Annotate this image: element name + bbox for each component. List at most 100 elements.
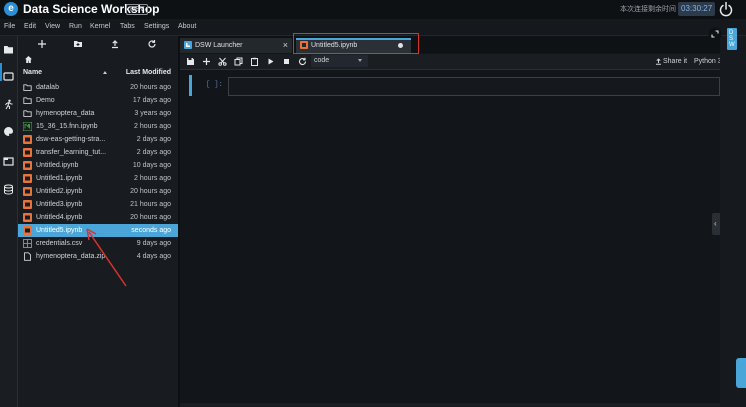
- file-name: Untitled4.ipynb: [36, 214, 83, 221]
- file-icon: [24, 252, 31, 261]
- menu-edit[interactable]: Edit: [24, 19, 36, 35]
- file-row[interactable]: Untitled3.ipynb 21 hours ago: [18, 198, 178, 211]
- file-modified: 20 hours ago: [130, 214, 171, 221]
- notebook-icon: [23, 174, 32, 183]
- menu-settings[interactable]: Settings: [144, 19, 169, 35]
- folder-icon: [23, 110, 32, 117]
- menu-file[interactable]: File: [4, 19, 15, 35]
- chevron-left-icon: ‹: [714, 219, 717, 228]
- file-row[interactable]: datalab 20 hours ago: [18, 81, 178, 94]
- menu-tabs[interactable]: Tabs: [120, 19, 135, 35]
- notebook-icon: [23, 200, 32, 209]
- file-modified: 10 days ago: [132, 162, 171, 169]
- file-modified: 20 hours ago: [130, 84, 171, 91]
- close-icon[interactable]: ×: [283, 38, 288, 53]
- file-row[interactable]: 15_36_15.fnn.ipynb 2 hours ago: [18, 120, 178, 133]
- env-badge: DEV: [126, 4, 149, 15]
- annotation-highlight-box: [293, 33, 419, 54]
- palette-icon[interactable]: [3, 126, 14, 137]
- folder-icon[interactable]: [3, 44, 14, 55]
- menu-about[interactable]: About: [178, 19, 196, 35]
- stop-icon[interactable]: [282, 57, 291, 66]
- run-icon[interactable]: [266, 57, 275, 66]
- file-name: credentials.csv: [36, 240, 83, 247]
- file-name: Untitled1.ipynb: [36, 175, 83, 182]
- file-name: Demo: [36, 97, 55, 104]
- file-modified: 21 hours ago: [130, 201, 171, 208]
- notebook-icon: [23, 161, 32, 170]
- file-name: 15_36_15.fnn.ipynb: [36, 123, 98, 130]
- refresh-icon[interactable]: [147, 39, 157, 49]
- paste-icon[interactable]: [250, 57, 259, 66]
- file-name: Untitled3.ipynb: [36, 201, 83, 208]
- save-icon[interactable]: [186, 57, 195, 66]
- code-cell-input[interactable]: [228, 77, 720, 96]
- cell-prompt: [ ]:: [206, 81, 223, 89]
- file-name: dsw-eas-getting-stra...: [36, 136, 106, 143]
- file-browser: Name Last Modified datalab 20 hours ago De…: [18, 36, 178, 407]
- share-icon: [656, 58, 661, 65]
- tab-dsw-launcher[interactable]: DSW Launcher ×: [180, 38, 292, 53]
- file-name: transfer_learning_tut...: [36, 149, 107, 156]
- restart-icon[interactable]: [298, 57, 307, 66]
- database-icon[interactable]: [3, 184, 14, 195]
- file-row[interactable]: Demo 17 days ago: [18, 94, 178, 107]
- file-row[interactable]: Untitled4.ipynb 20 hours ago: [18, 211, 178, 224]
- fullscreen-icon[interactable]: [708, 27, 722, 41]
- file-modified: 3 years ago: [134, 110, 171, 117]
- running-icon[interactable]: [3, 71, 14, 82]
- menu-view[interactable]: View: [45, 19, 60, 35]
- file-modified: 20 hours ago: [130, 188, 171, 195]
- home-icon[interactable]: [24, 55, 33, 64]
- activity-active-indicator: [0, 63, 2, 81]
- folder-icon: [23, 84, 32, 91]
- tab-bar: DSW Launcher × Untitled5.ipynb: [180, 36, 720, 53]
- notebook-icon: [23, 187, 32, 196]
- notebook-icon: [23, 213, 32, 222]
- right-sidebar: [720, 36, 746, 407]
- chevron-down-icon: [358, 59, 362, 62]
- file-row[interactable]: Untitled.ipynb 10 days ago: [18, 159, 178, 172]
- file-name: Untitled2.ipynb: [36, 188, 83, 195]
- annotation-arrow-icon: [86, 228, 127, 287]
- folder-icon: [23, 97, 32, 104]
- file-modified: 2 hours ago: [134, 123, 171, 130]
- column-modified-header[interactable]: Last Modified: [126, 68, 171, 78]
- new-launcher-icon[interactable]: [37, 39, 47, 49]
- notebook-icon: [23, 122, 32, 131]
- sort-arrow-icon: [103, 71, 107, 74]
- new-folder-icon[interactable]: [73, 39, 83, 49]
- assistant-widget-icon[interactable]: [736, 358, 746, 388]
- power-icon[interactable]: [718, 1, 734, 17]
- csv-icon: [23, 239, 32, 248]
- file-row[interactable]: Untitled1.ipynb 2 hours ago: [18, 172, 178, 185]
- file-modified: 2 days ago: [136, 136, 171, 143]
- side-panel-tab-label: DSW: [729, 30, 735, 48]
- file-modified: 2 hours ago: [134, 175, 171, 182]
- notebook-icon: [23, 148, 32, 157]
- cell-type-value: code: [314, 57, 330, 64]
- menu-run[interactable]: Run: [69, 19, 82, 35]
- notebook-icon: [23, 135, 32, 144]
- menu-kernel[interactable]: Kernel: [90, 19, 110, 35]
- file-name: Untitled.ipynb: [36, 162, 79, 169]
- runner-icon[interactable]: [3, 99, 14, 110]
- status-bar: [180, 403, 720, 407]
- file-modified: seconds ago: [131, 227, 171, 234]
- file-row[interactable]: hymenoptera_data 3 years ago: [18, 107, 178, 120]
- cut-icon[interactable]: [218, 57, 227, 66]
- tabs-icon[interactable]: [3, 156, 14, 167]
- kernel-name[interactable]: Python 3: [694, 54, 722, 69]
- copy-icon[interactable]: [234, 57, 243, 66]
- column-name-header[interactable]: Name: [23, 68, 42, 78]
- file-modified: 2 days ago: [136, 149, 171, 156]
- file-modified: 17 days ago: [132, 97, 171, 104]
- upload-icon[interactable]: [110, 39, 120, 49]
- file-row[interactable]: dsw-eas-getting-stra... 2 days ago: [18, 133, 178, 146]
- file-row[interactable]: transfer_learning_tut... 2 days ago: [18, 146, 178, 159]
- file-name: datalab: [36, 84, 59, 91]
- file-modified: 9 days ago: [136, 240, 171, 247]
- share-button[interactable]: Share it: [663, 54, 687, 69]
- add-cell-icon[interactable]: [202, 57, 211, 66]
- file-row[interactable]: Untitled2.ipynb 20 hours ago: [18, 185, 178, 198]
